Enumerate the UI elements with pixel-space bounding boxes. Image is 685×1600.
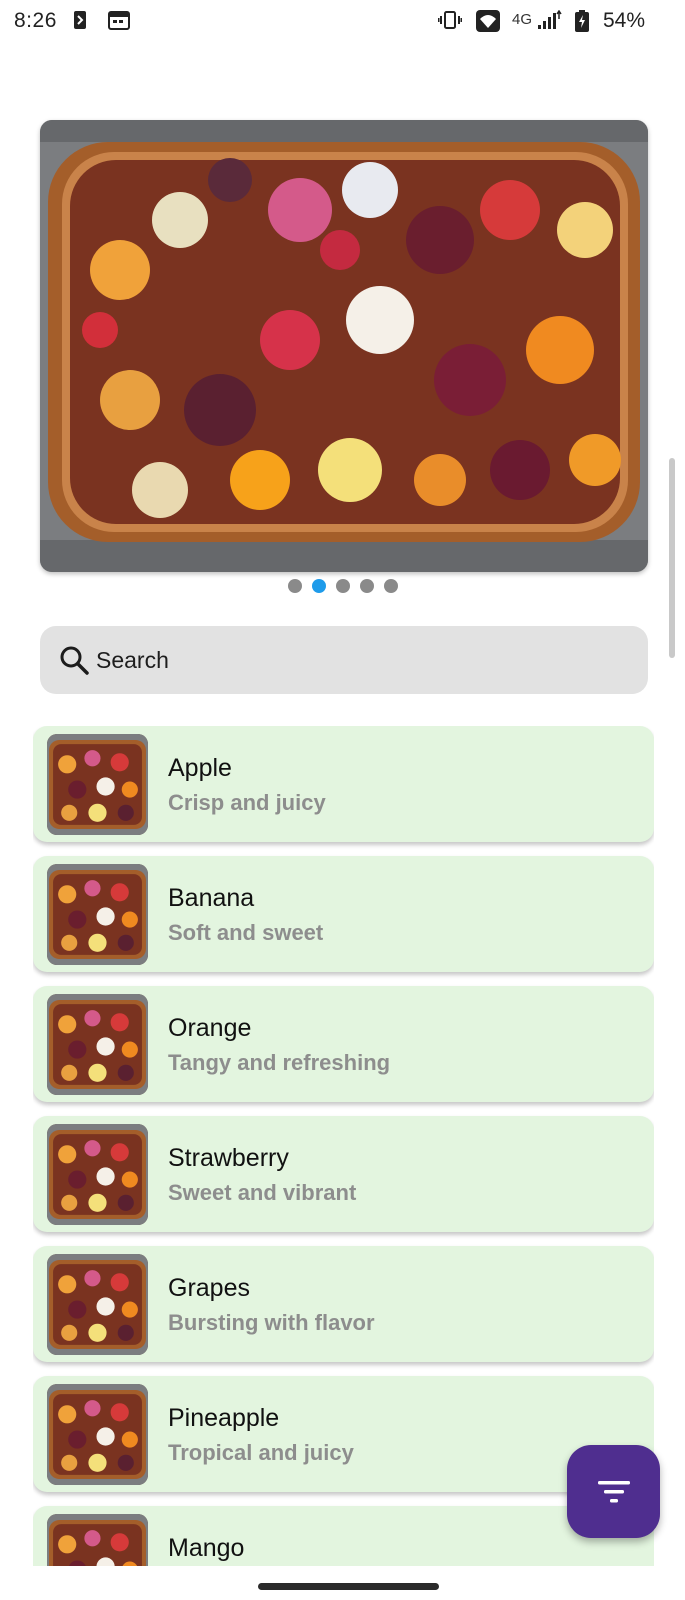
list-item[interactable]: Pineapple Tropical and juicy [33, 1376, 654, 1492]
fruit-description: Sweet and vibrant [168, 1180, 357, 1205]
vibrate-icon [437, 10, 463, 35]
fruit-name: Banana [168, 884, 255, 912]
fruit-description: Soft and sweet [168, 920, 324, 945]
carousel-dot[interactable] [383, 579, 398, 593]
carousel-dot[interactable] [311, 579, 326, 593]
list-item[interactable]: Mango [33, 1506, 654, 1566]
scrollbar[interactable] [669, 458, 675, 658]
wifi-icon [476, 10, 500, 37]
list-item[interactable]: Strawberry Sweet and vibrant [33, 1116, 654, 1232]
fruit-name: Apple [168, 754, 232, 782]
fruit-name: Mango [168, 1534, 245, 1562]
network-label: 4G [512, 11, 533, 28]
carousel-dot[interactable] [359, 579, 374, 593]
search-placeholder: Search [96, 646, 169, 673]
fruit-description: Tangy and refreshing [168, 1050, 391, 1075]
fruit-thumbnail [47, 864, 148, 965]
list-item[interactable]: Banana Soft and sweet [33, 856, 654, 972]
filter-icon [597, 1480, 630, 1502]
fruit-thumbnail [47, 1254, 148, 1355]
fruit-thumbnail [47, 1384, 148, 1485]
navigation-handle[interactable] [258, 1583, 439, 1590]
fruit-thumbnail [47, 1124, 148, 1225]
fruit-name: Strawberry [168, 1144, 289, 1172]
carousel-page-indicator [0, 579, 685, 593]
fruit-list[interactable]: Apple Crisp and juicy Banana Soft and swee… [33, 726, 654, 1566]
calendar-icon [108, 10, 130, 35]
fruit-thumbnail [47, 994, 148, 1095]
fruit-description: Bursting with flavor [168, 1310, 375, 1335]
fruit-thumbnail [47, 1514, 148, 1566]
fruit-thumbnail [47, 734, 148, 835]
search-input[interactable]: Search [40, 626, 648, 694]
search-icon [60, 646, 89, 675]
fruit-description: Crisp and juicy [168, 790, 326, 815]
battery-percentage: 54% [602, 9, 645, 32]
fruit-platter-image [40, 120, 648, 572]
battery-charging-icon [575, 10, 589, 37]
filter-button[interactable] [567, 1445, 660, 1538]
list-item[interactable]: Orange Tangy and refreshing [33, 986, 654, 1102]
carousel-dot[interactable] [287, 579, 302, 593]
carousel-dot[interactable] [335, 579, 350, 593]
status-bar: 8:26 4G 54% [0, 0, 685, 44]
fruit-name: Grapes [168, 1274, 250, 1302]
fruit-name: Pineapple [168, 1404, 280, 1432]
dash-icon [73, 10, 87, 35]
list-item[interactable]: Grapes Bursting with flavor [33, 1246, 654, 1362]
fruit-description: Tropical and juicy [168, 1440, 354, 1465]
image-carousel[interactable] [40, 120, 648, 572]
list-item[interactable]: Apple Crisp and juicy [33, 726, 654, 842]
fruit-name: Orange [168, 1014, 252, 1042]
signal-icon [538, 9, 562, 35]
status-time: 8:26 [14, 9, 57, 32]
